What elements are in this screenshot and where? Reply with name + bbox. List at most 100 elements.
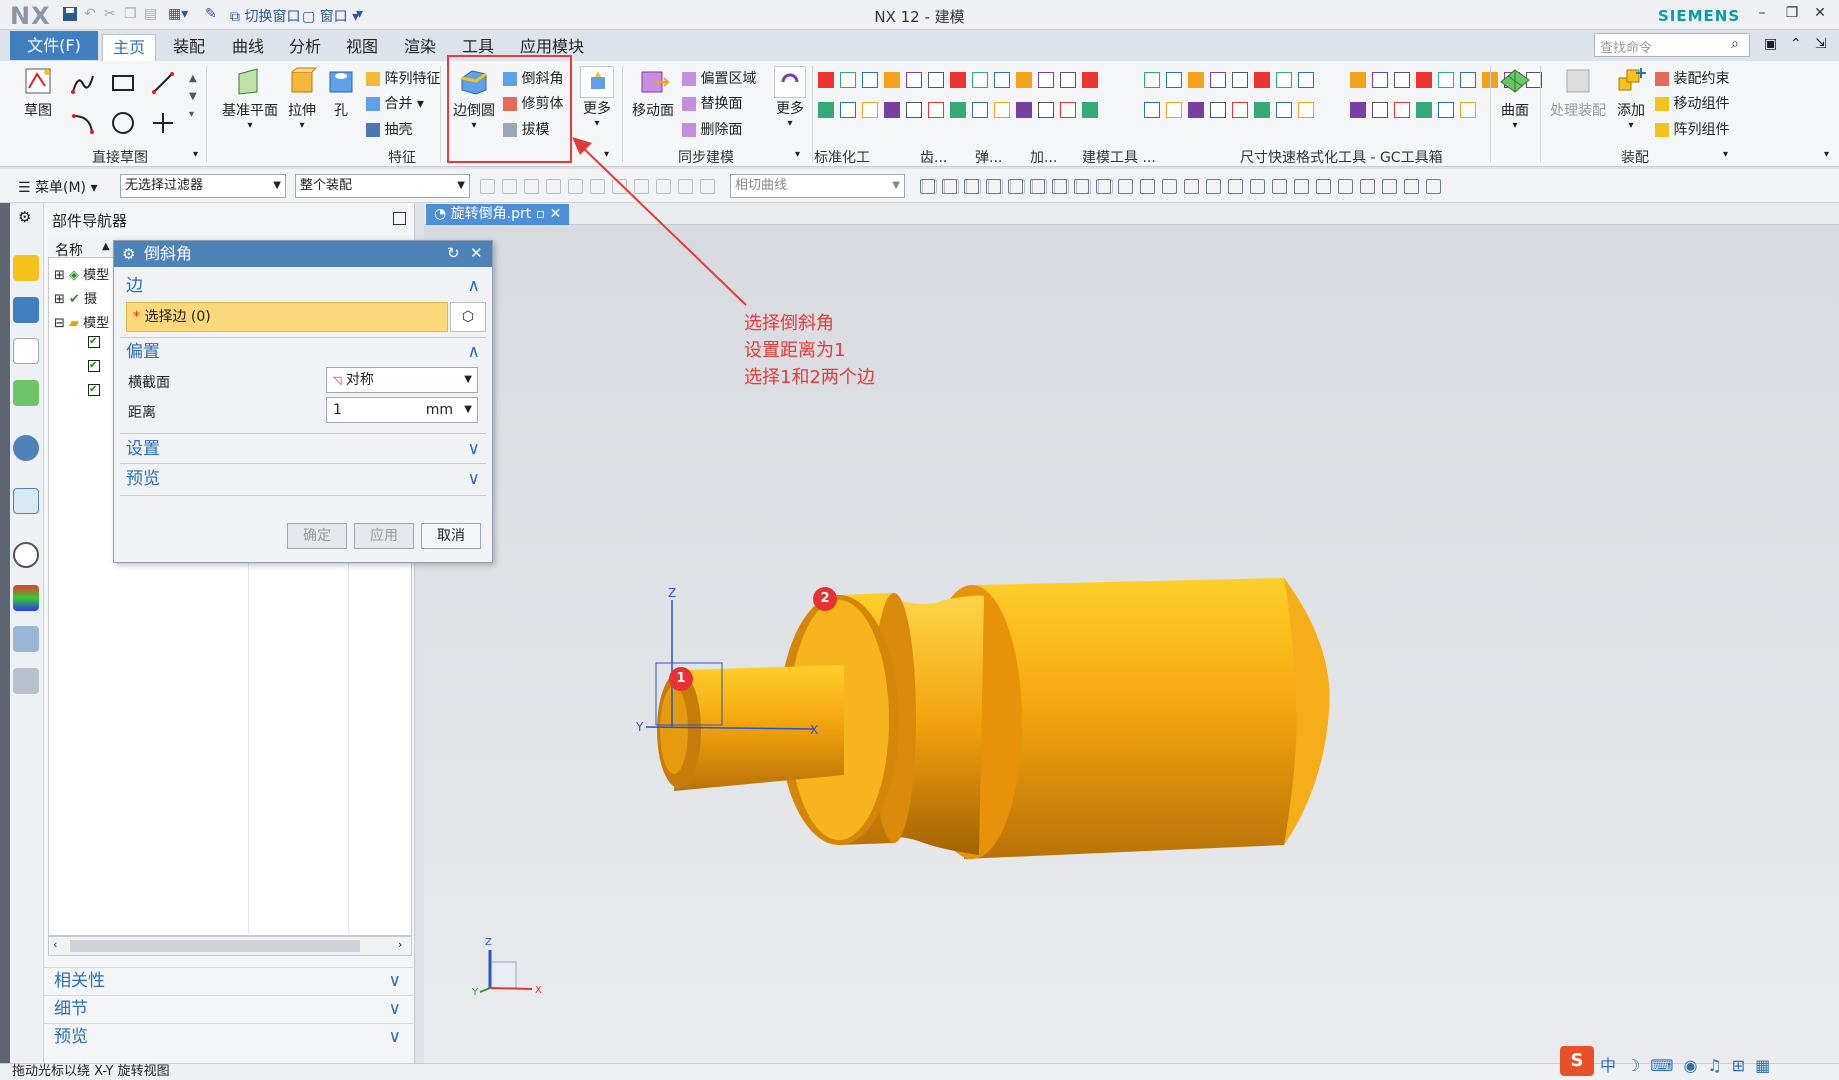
ribbon-tool-icon[interactable] <box>1210 72 1226 88</box>
ribbon-tool-icon[interactable] <box>862 72 878 88</box>
ribbon-tool-icon[interactable] <box>862 102 878 118</box>
restore-icon[interactable]: ❐ <box>1782 5 1802 25</box>
distance-unit[interactable]: mm <box>426 398 453 422</box>
ribbon-options-icon[interactable]: ▣ <box>1764 36 1777 52</box>
ribbon-tool-icon[interactable] <box>1188 72 1204 88</box>
ribbon-tool-icon[interactable] <box>1232 72 1248 88</box>
scroll-left-icon[interactable]: ‹ <box>53 938 57 951</box>
search-icon[interactable]: ⌕ <box>1731 36 1739 52</box>
ribbon-tool-icon[interactable] <box>1276 72 1292 88</box>
file-tab[interactable]: ◔ 旋转倒角.prt ▫ ✕ <box>426 204 570 225</box>
toolbar-tool-icon[interactable] <box>1096 179 1111 194</box>
extrude-button[interactable]: 拉伸 ▾ <box>283 66 321 131</box>
toolbar-tool-icon[interactable] <box>1162 179 1177 194</box>
scrollbar-thumb[interactable] <box>70 940 360 952</box>
ribbon-tool-icon[interactable] <box>1254 72 1270 88</box>
preview-section-header[interactable]: 预览 ∨ <box>120 466 486 492</box>
toolbar-tool-icon[interactable] <box>1338 179 1353 194</box>
ribbon-tool-icon[interactable] <box>1232 102 1248 118</box>
history-icon[interactable] <box>13 542 39 568</box>
circle-tool-icon[interactable] <box>110 110 136 140</box>
tab-curve[interactable]: 曲线 <box>222 34 274 61</box>
ribbon-tool-icon[interactable] <box>1060 72 1076 88</box>
feature-checkbox[interactable]: ✔ <box>88 336 100 348</box>
toolbar-tool-icon[interactable] <box>1184 179 1199 194</box>
toolbar-tool-icon[interactable] <box>1206 179 1221 194</box>
move-face-button[interactable]: 移动面 <box>630 66 676 120</box>
ribbon-tool-icon[interactable] <box>1082 102 1098 118</box>
machining-group-label[interactable]: 加... <box>1030 147 1060 167</box>
toolbar-tool-icon[interactable] <box>942 179 957 194</box>
cross-section-select[interactable]: ◹ 对称 ▼ <box>326 367 478 393</box>
offset-section-header[interactable]: 偏置 ∧ <box>120 339 486 365</box>
toolbar-tool-icon[interactable] <box>1404 179 1419 194</box>
ribbon-tool-icon[interactable] <box>906 72 922 88</box>
toolbar-tool-icon[interactable] <box>1360 179 1375 194</box>
distance-input[interactable]: 1 mm ▼ <box>326 397 478 423</box>
toolbar-tool-icon[interactable] <box>502 179 517 194</box>
toolbar-tool-icon[interactable] <box>480 179 495 194</box>
process-studio-icon[interactable] <box>13 626 39 652</box>
sort-ascending-icon[interactable]: ▲ <box>102 241 110 252</box>
ribbon-tool-icon[interactable] <box>1144 102 1160 118</box>
ribbon-tool-icon[interactable] <box>884 102 900 118</box>
part-model-view[interactable]: Z Y X Z X Y <box>424 225 1839 1063</box>
ribbon-tool-icon[interactable] <box>994 72 1010 88</box>
command-search-input[interactable]: 查找命令 <box>1594 33 1750 57</box>
add-component-button[interactable]: 添加 ▾ <box>1614 66 1648 131</box>
dialog-title[interactable]: 倒斜角 <box>114 241 492 267</box>
point-tool-icon[interactable] <box>150 110 176 140</box>
sketch-button[interactable]: 草图 <box>20 66 56 120</box>
ribbon-tool-icon[interactable] <box>1298 72 1314 88</box>
ribbon-tool-icon[interactable] <box>1298 102 1314 118</box>
ime-toolbar-icons[interactable]: 中☽⌨◉♫⊞▦ <box>1600 1052 1780 1076</box>
ribbon-tool-icon[interactable] <box>1372 72 1388 88</box>
toolbar-tool-icon[interactable] <box>964 179 979 194</box>
details-section[interactable]: 细节 ∨ <box>44 995 415 1022</box>
toolbar-tool-icon[interactable] <box>1250 179 1265 194</box>
sketch-gallery-scroll-icon[interactable]: ▲ ▼ ▾ <box>189 70 197 124</box>
ribbon-tool-icon[interactable] <box>1254 102 1270 118</box>
scroll-right-icon[interactable]: › <box>398 938 402 951</box>
toolbar-tool-icon[interactable] <box>1008 179 1023 194</box>
selection-filter-select[interactable]: 无选择过滤器 ▼ <box>120 174 286 198</box>
spring-group-label[interactable]: 弹... <box>975 147 1005 167</box>
help-icon[interactable]: ⇲ <box>1815 36 1827 52</box>
pattern-feature-button[interactable]: 阵列特征 <box>366 68 440 88</box>
toolbar-tool-icon[interactable] <box>1272 179 1287 194</box>
ribbon-tool-icon[interactable] <box>1438 102 1454 118</box>
tree-row[interactable]: ⊞ ◈ 模型 <box>54 264 109 283</box>
constraint-navigator-icon[interactable] <box>13 297 39 323</box>
toolbar-tool-icon[interactable] <box>1074 179 1089 194</box>
tab-analysis[interactable]: 分析 <box>279 34 331 61</box>
navigator-maximize-icon[interactable] <box>393 212 406 225</box>
close-icon[interactable]: ✕ <box>470 244 483 262</box>
part-navigator-icon[interactable] <box>13 338 39 364</box>
toolbar-tool-icon[interactable] <box>1316 179 1331 194</box>
pattern-component-button[interactable]: 阵列组件 <box>1655 119 1729 139</box>
profile-tool-icon[interactable] <box>70 70 96 100</box>
feature-checkbox[interactable]: ✔ <box>88 360 100 372</box>
ribbon-tool-icon[interactable] <box>994 102 1010 118</box>
ribbon-tool-icon[interactable] <box>1038 102 1054 118</box>
file-menu-button[interactable]: 文件(F) <box>10 31 98 60</box>
ok-button[interactable]: 确定 <box>287 523 347 549</box>
ribbon-tool-icon[interactable] <box>818 72 834 88</box>
ribbon-tool-icon[interactable] <box>1060 102 1076 118</box>
rectangle-tool-icon[interactable] <box>110 72 136 98</box>
ribbon-tool-icon[interactable] <box>1166 102 1182 118</box>
ribbon-tool-icon[interactable] <box>928 102 944 118</box>
ribbon-tool-icon[interactable] <box>818 102 834 118</box>
shell-button[interactable]: 抽壳 <box>366 119 412 139</box>
ribbon-tool-icon[interactable] <box>1394 102 1410 118</box>
close-icon[interactable]: ✕ <box>550 206 562 222</box>
ribbon-options-dropdown-icon[interactable]: ▾ <box>1824 149 1829 160</box>
datum-plane-button[interactable]: 基准平面 ▾ <box>220 66 280 131</box>
gear-group-label[interactable]: 齿... <box>920 147 950 167</box>
ribbon-tool-icon[interactable] <box>1350 72 1366 88</box>
toolbar-tool-icon[interactable] <box>546 179 561 194</box>
ribbon-tool-icon[interactable] <box>1016 72 1032 88</box>
ribbon-tool-icon[interactable] <box>1416 102 1432 118</box>
column-name-header[interactable]: 名称 <box>55 240 83 260</box>
ribbon-tool-icon[interactable] <box>1416 72 1432 88</box>
